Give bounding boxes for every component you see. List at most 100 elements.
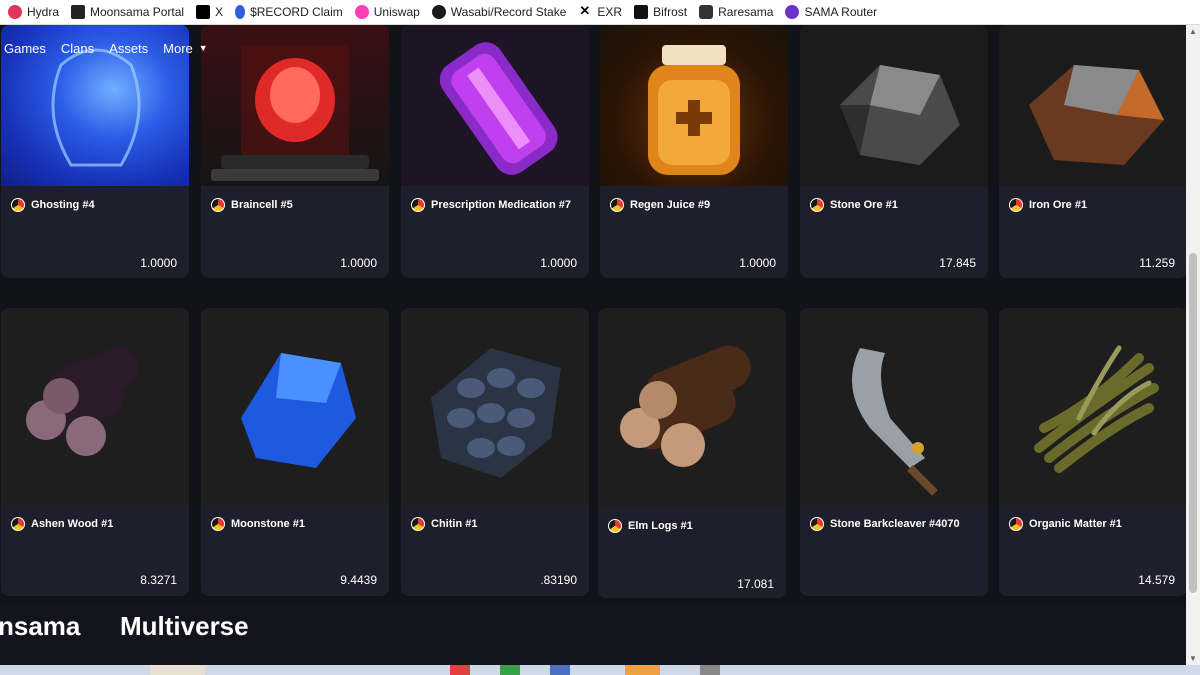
flag-icon xyxy=(608,519,622,533)
x-icon xyxy=(196,5,211,19)
bookmark-label: X xyxy=(215,5,224,19)
asset-card-stone-barkcleaver[interactable]: Stone Barkcleaver #4070 xyxy=(800,308,988,596)
nav-games[interactable]: Games xyxy=(4,41,46,56)
barkcleaver-icon xyxy=(852,348,938,496)
asset-quantity: 1.0000 xyxy=(140,256,177,270)
asset-quantity: 9.4439 xyxy=(340,573,377,587)
bookmark-sama-router[interactable]: SAMA Router xyxy=(785,5,877,19)
chevron-down-icon: ▼ xyxy=(198,43,208,53)
main-content: Games Clans Assets More ▼ Ghosting #4 1.0… xyxy=(0,25,1186,665)
jar-icon xyxy=(648,45,740,175)
scrollbar-thumb[interactable] xyxy=(1189,253,1197,593)
asset-card-chitin[interactable]: Chitin #1 .83190 xyxy=(401,308,589,596)
bookmark-label: $RECORD Claim xyxy=(250,5,343,19)
asset-quantity: 1.0000 xyxy=(540,256,577,270)
asset-name: Ghosting #4 xyxy=(31,199,95,211)
raresama-icon xyxy=(699,5,714,19)
footer-title-left: nsama xyxy=(0,611,81,641)
asset-card-iron-ore[interactable]: Iron Ore #1 11.259 xyxy=(999,25,1186,278)
bookmark-label: SAMA Router xyxy=(804,5,878,19)
taskbar-app-icon[interactable] xyxy=(150,665,205,675)
asset-card-regen-juice[interactable]: Regen Juice #9 1.0000 xyxy=(600,25,788,278)
bookmark-wasabi[interactable]: Wasabi/Record Stake xyxy=(431,5,567,19)
asset-image-regen-juice xyxy=(600,25,788,186)
asset-info: Prescription Medication #7 1.0000 xyxy=(401,186,589,278)
bookmark-hydra[interactable]: Hydra xyxy=(8,5,59,19)
asset-info: Braincell #5 1.0000 xyxy=(201,186,389,278)
asset-image-moonstone xyxy=(201,308,389,505)
asset-quantity: 1.0000 xyxy=(739,256,776,270)
bookmarks-bar: Hydra Moonsama Portal X $RECORD Claim Un… xyxy=(0,0,1200,25)
asset-quantity: .83190 xyxy=(540,573,577,587)
taskbar-app-icon[interactable] xyxy=(550,665,570,675)
asset-card-ashen-wood[interactable]: Ashen Wood #1 8.3271 xyxy=(1,308,189,596)
bookmark-label: Moonsama Portal xyxy=(90,5,185,19)
asset-quantity: 14.579 xyxy=(1138,573,1175,587)
taskbar-app-icon[interactable] xyxy=(450,665,470,675)
bookmark-moonsama-portal[interactable]: Moonsama Portal xyxy=(71,5,184,19)
flag-icon xyxy=(1009,198,1023,212)
flag-icon xyxy=(810,517,824,531)
asset-card-organic-matter[interactable]: Organic Matter #1 14.579 xyxy=(999,308,1186,596)
bookmark-x[interactable]: X xyxy=(196,5,223,19)
flag-icon xyxy=(810,198,824,212)
asset-quantity: 1.0000 xyxy=(340,256,377,270)
asset-name: Chitin #1 xyxy=(431,518,478,530)
asset-image-organic-matter xyxy=(999,308,1186,505)
asset-card-moonstone[interactable]: Moonstone #1 9.4439 xyxy=(201,308,389,596)
bookmark-raresama[interactable]: Raresama xyxy=(699,5,773,19)
asset-card-prescription[interactable]: Prescription Medication #7 1.0000 xyxy=(401,25,589,278)
uniswap-icon xyxy=(354,5,369,19)
flag-icon xyxy=(1009,517,1023,531)
bookmark-bifrost[interactable]: Bifrost xyxy=(634,5,687,19)
asset-info: Regen Juice #9 1.0000 xyxy=(600,186,788,278)
bookmark-uniswap[interactable]: Uniswap xyxy=(354,5,420,19)
flag-icon xyxy=(411,517,425,531)
asset-name: Regen Juice #9 xyxy=(630,199,711,211)
scroll-down-icon[interactable]: ▼ xyxy=(1189,654,1197,663)
nav-more-label: More xyxy=(163,40,193,56)
taskbar-app-icon[interactable] xyxy=(625,665,660,675)
asset-info: Iron Ore #1 11.259 xyxy=(999,186,1186,278)
organic-matter-icon xyxy=(1034,345,1159,473)
asset-name: Stone Barkcleaver #4070 xyxy=(830,518,960,530)
asset-info: Ashen Wood #1 8.3271 xyxy=(1,505,189,596)
asset-image-iron-ore xyxy=(999,25,1186,186)
bookmark-label: EXR xyxy=(597,5,623,19)
flag-icon xyxy=(211,198,225,212)
nav-assets[interactable]: Assets xyxy=(109,41,148,56)
asset-quantity: 8.3271 xyxy=(140,573,177,587)
page-scrollbar[interactable]: ▲ ▼ xyxy=(1186,25,1200,665)
asset-image-ashen-wood xyxy=(1,308,189,505)
bookmark-label: Uniswap xyxy=(373,5,420,19)
scroll-up-icon[interactable]: ▲ xyxy=(1189,27,1197,36)
asset-image-prescription xyxy=(401,25,589,186)
moonstone-icon xyxy=(241,353,356,468)
bookmark-label: Wasabi/Record Stake xyxy=(450,5,567,19)
vial-icon xyxy=(439,42,558,175)
asset-card-stone-ore[interactable]: Stone Ore #1 17.845 xyxy=(800,25,988,278)
asset-card-elm-logs[interactable]: Elm Logs #1 17.081 xyxy=(598,308,786,598)
asset-quantity: 11.259 xyxy=(1139,256,1175,270)
stone-ore-icon xyxy=(840,65,960,165)
asset-info: Moonstone #1 9.4439 xyxy=(201,505,389,596)
footer-title-right: Multiverse xyxy=(120,611,249,641)
asset-info: Stone Ore #1 17.845 xyxy=(800,186,988,278)
asset-image-stone-ore xyxy=(800,25,988,186)
asset-info: Stone Barkcleaver #4070 xyxy=(800,505,988,596)
bookmark-exr[interactable]: EXR xyxy=(578,3,623,19)
nav-more[interactable]: More ▼ xyxy=(163,41,208,56)
chitin-icon xyxy=(431,348,561,478)
os-taskbar xyxy=(0,665,1200,675)
taskbar-app-icon[interactable] xyxy=(700,665,720,675)
taskbar-app-icon[interactable] xyxy=(500,665,520,675)
flag-icon xyxy=(411,198,425,212)
asset-name: Iron Ore #1 xyxy=(1029,199,1088,211)
asset-image-stone-barkcleaver xyxy=(800,308,988,505)
bookmark-record-claim[interactable]: $RECORD Claim xyxy=(235,5,343,19)
hydra-icon xyxy=(8,5,22,19)
asset-image-elm-logs xyxy=(598,308,786,507)
asset-info: Organic Matter #1 14.579 xyxy=(999,505,1186,596)
bifrost-icon xyxy=(634,5,649,19)
nav-clans[interactable]: Clans xyxy=(61,41,94,56)
